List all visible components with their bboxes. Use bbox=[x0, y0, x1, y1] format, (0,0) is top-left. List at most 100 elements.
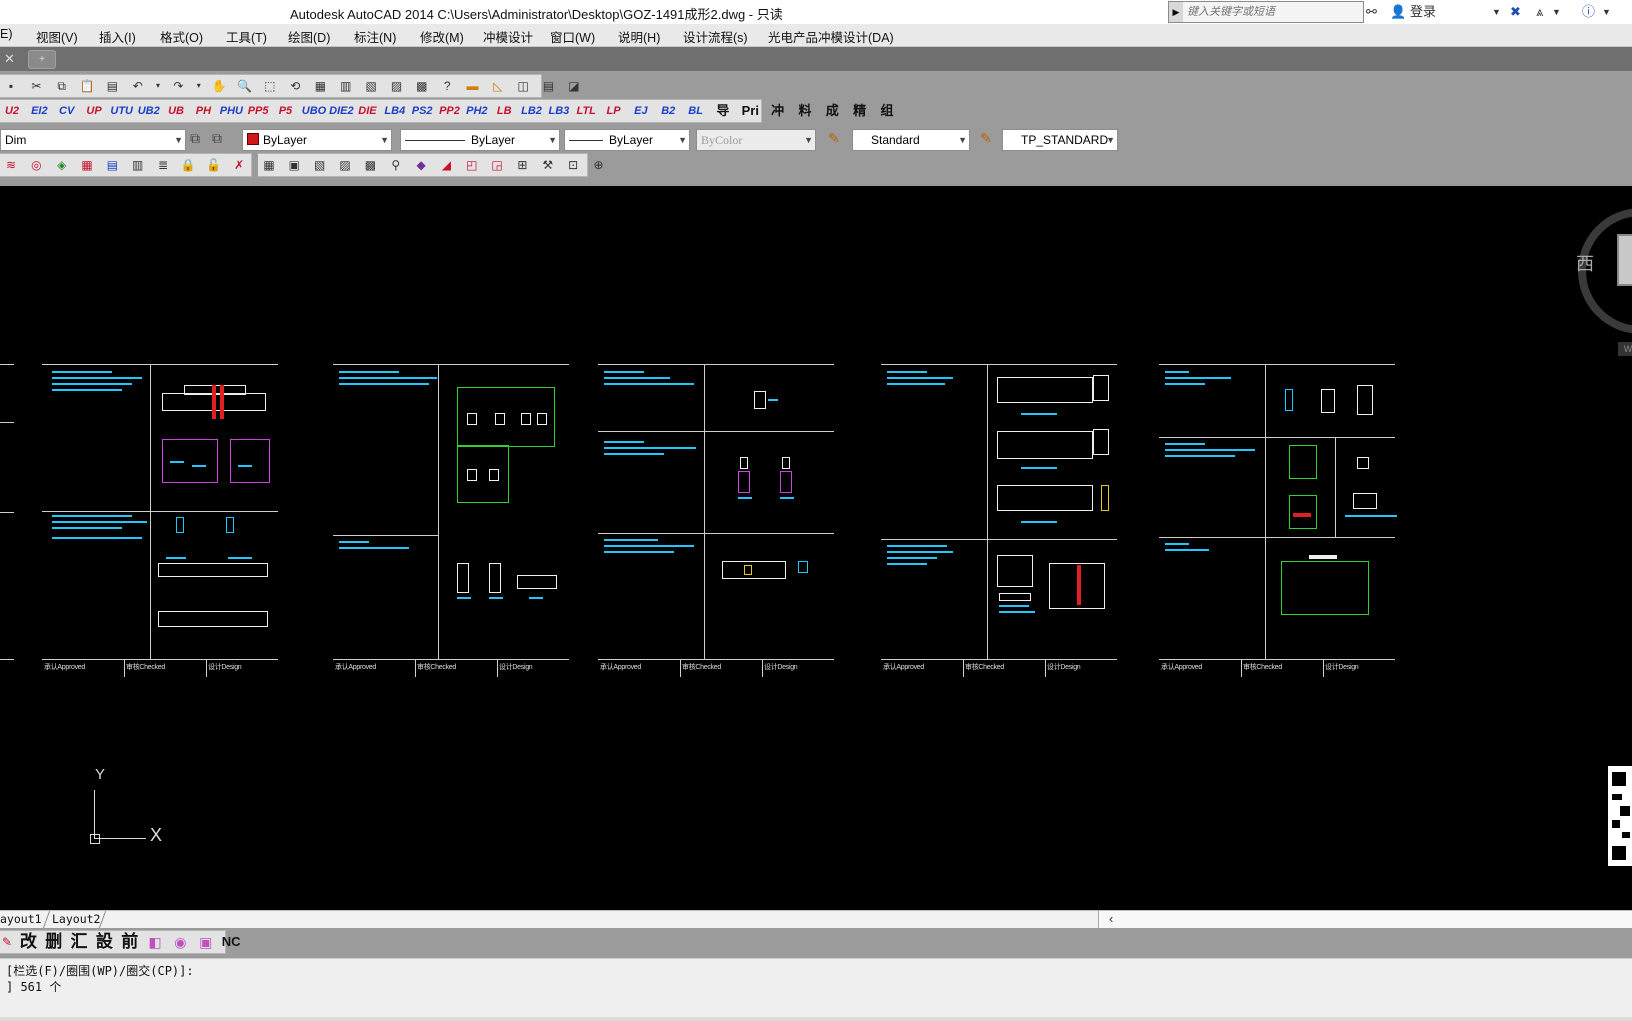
plugin-pp2-button[interactable]: PP2 bbox=[439, 101, 461, 121]
layer-tool-1-icon[interactable]: ≋ bbox=[1, 155, 21, 175]
viewcube-face[interactable] bbox=[1617, 234, 1632, 286]
plugin-p5-button[interactable]: P5 bbox=[274, 101, 296, 121]
plugin-punch-button[interactable]: 冲 bbox=[767, 101, 789, 121]
viewcube-west-label[interactable]: 西 bbox=[1576, 250, 1594, 276]
plugin-ps2-button[interactable]: PS2 bbox=[411, 101, 433, 121]
menu-modify[interactable]: 修改(M) bbox=[420, 27, 464, 46]
save-icon[interactable]: ▪ bbox=[1, 76, 21, 96]
drawing-sheet-1[interactable]: 承认Approved 审核Checked 设计Design bbox=[42, 364, 278, 677]
layer-tool-6-icon[interactable]: ▥ bbox=[128, 155, 148, 175]
redo-dropdown-icon[interactable]: ▾ bbox=[194, 76, 204, 96]
new-tab-button[interactable]: + bbox=[28, 50, 56, 69]
tab-layout2[interactable]: Layout2 bbox=[52, 912, 100, 926]
plugin-cv-button[interactable]: CV bbox=[56, 101, 78, 121]
setup-button[interactable]: 設 bbox=[93, 931, 115, 953]
design-center-icon[interactable]: ▥ bbox=[336, 76, 356, 96]
draw-tool-13-icon[interactable]: ⊡ bbox=[563, 155, 583, 175]
nc-icon[interactable]: NC bbox=[220, 931, 242, 953]
draw-tool-10-icon[interactable]: ◲ bbox=[487, 155, 507, 175]
plugin-guide-button[interactable]: 导 bbox=[712, 101, 734, 121]
pan-icon[interactable]: ✋ bbox=[209, 76, 229, 96]
drawing-canvas[interactable]: 承认Approved 审核Checked 设计Design 承认Approved… bbox=[0, 186, 1632, 910]
summary-button[interactable]: 汇 bbox=[68, 931, 90, 953]
help-search-box[interactable]: ▶ bbox=[1168, 1, 1364, 23]
menu-insert[interactable]: 插入(I) bbox=[99, 27, 136, 46]
menu-help[interactable]: 说明(H) bbox=[618, 27, 660, 46]
help-dropdown-icon[interactable]: ▼ bbox=[1602, 2, 1611, 22]
menu-tools[interactable]: 工具(T) bbox=[226, 27, 267, 46]
close-icon[interactable]: ✕ bbox=[4, 51, 15, 67]
layer-tool-7-icon[interactable]: ≣ bbox=[153, 155, 173, 175]
menu-optoelectronic-die[interactable]: 光电产品冲模设计(DA) bbox=[768, 27, 894, 46]
draw-tool-8-icon[interactable]: ◢ bbox=[436, 155, 456, 175]
draw-tool-5-icon[interactable]: ▩ bbox=[360, 155, 380, 175]
text-style-icon[interactable]: ▤ bbox=[539, 76, 559, 96]
menu-dimension[interactable]: 标注(N) bbox=[354, 27, 396, 46]
drawing-sheet-5[interactable]: 承认Approved 审核Checked 设计Design bbox=[1159, 364, 1397, 677]
menu-window[interactable]: 窗口(W) bbox=[550, 27, 595, 46]
undo-dropdown-icon[interactable]: ▾ bbox=[153, 76, 163, 96]
plugin-lp-button[interactable]: LP bbox=[603, 101, 625, 121]
delete-button[interactable]: 删 bbox=[43, 931, 65, 953]
copy-icon[interactable]: ⧉ bbox=[52, 76, 72, 96]
unlock-icon[interactable]: 🔓 bbox=[204, 155, 224, 175]
draw-tool-2-icon[interactable]: ▣ bbox=[284, 155, 304, 175]
dim-aligned-icon[interactable]: ◺ bbox=[488, 76, 508, 96]
plugin-utu-button[interactable]: UTU bbox=[110, 101, 133, 121]
plugin-die2-button[interactable]: DIE2 bbox=[329, 101, 353, 121]
plugin-bl-button[interactable]: BL bbox=[685, 101, 707, 121]
sheet-set-icon[interactable]: ▨ bbox=[387, 76, 407, 96]
pencil-icon[interactable]: ✎ bbox=[0, 931, 14, 953]
expand-arrow-icon[interactable]: ▶ bbox=[1169, 2, 1183, 22]
calculator-icon[interactable]: ▩ bbox=[412, 76, 432, 96]
command-input-bar[interactable] bbox=[0, 1017, 1632, 1021]
color-dropdown[interactable]: ByLayer ▼ bbox=[242, 129, 392, 151]
help-icon[interactable]: ⓘ bbox=[1582, 2, 1595, 22]
cut-icon[interactable]: ✂ bbox=[26, 76, 46, 96]
text-style-dropdown[interactable]: Standard ▼ bbox=[852, 129, 970, 151]
lock-icon[interactable]: 🔒 bbox=[178, 155, 198, 175]
properties-icon[interactable]: ▦ bbox=[310, 76, 330, 96]
plugin-ub2-button[interactable]: UB2 bbox=[138, 101, 160, 121]
help-search-input[interactable] bbox=[1185, 3, 1359, 21]
modify-button[interactable]: 改 bbox=[17, 931, 39, 953]
command-line[interactable]: [栏选(F)/圈围(WP)/圈交(CP)]: ] 561 个 bbox=[0, 958, 1632, 1021]
square-frame-icon[interactable]: ▣ bbox=[195, 931, 217, 953]
layer-previous-icon[interactable]: ⧉ bbox=[212, 130, 222, 147]
plugin-u2-button[interactable]: U2 bbox=[1, 101, 23, 121]
plugin-ub-button[interactable]: UB bbox=[165, 101, 187, 121]
corner-icon[interactable]: ◧ bbox=[144, 931, 166, 953]
dim-style-icon[interactable]: ✎ bbox=[980, 130, 992, 147]
autodesk-360-icon[interactable]: ⩓ bbox=[1536, 2, 1543, 22]
plugin-forming-button[interactable]: 成 bbox=[821, 101, 843, 121]
circle-frame-icon[interactable]: ◉ bbox=[169, 931, 191, 953]
layer-dropdown[interactable]: Dim ▼ bbox=[0, 129, 186, 151]
plugin-b2-button[interactable]: B2 bbox=[657, 101, 679, 121]
exchange-icon[interactable]: ✖ bbox=[1510, 2, 1521, 22]
plugin-die-button[interactable]: DIE bbox=[356, 101, 378, 121]
draw-tool-4-icon[interactable]: ▨ bbox=[335, 155, 355, 175]
undo-icon[interactable]: ↶ bbox=[128, 76, 148, 96]
plugin-lb4-button[interactable]: LB4 bbox=[384, 101, 406, 121]
help-icon[interactable]: ? bbox=[437, 76, 457, 96]
dim-linear-icon[interactable]: ▬ bbox=[463, 76, 483, 96]
binoculars-icon[interactable]: ⚯ bbox=[1366, 2, 1377, 22]
paste-icon[interactable]: 📋 bbox=[77, 76, 97, 96]
dim-style-dropdown[interactable]: TP_STANDARD ▼ bbox=[1002, 129, 1118, 151]
draw-tool-11-icon[interactable]: ⊞ bbox=[512, 155, 532, 175]
linetype-dropdown[interactable]: ByLayer ▼ bbox=[400, 129, 560, 151]
plugin-ltl-button[interactable]: LTL bbox=[575, 101, 597, 121]
horizontal-scrollbar[interactable]: ‹ bbox=[1098, 911, 1632, 928]
front-button[interactable]: 前 bbox=[119, 931, 141, 953]
draw-tool-6-icon[interactable]: ⚲ bbox=[386, 155, 406, 175]
plugin-material-button[interactable]: 料 bbox=[794, 101, 816, 121]
layer-tool-5-icon[interactable]: ▤ bbox=[102, 155, 122, 175]
draw-tool-12-icon[interactable]: ⚒ bbox=[538, 155, 558, 175]
menu-edit[interactable]: E) bbox=[0, 27, 13, 41]
plugin-ph-button[interactable]: PH bbox=[192, 101, 214, 121]
draw-tool-3-icon[interactable]: ▧ bbox=[310, 155, 330, 175]
drawing-sheet-4[interactable]: 承认Approved 审核Checked 设计Design bbox=[881, 364, 1117, 677]
tab-layout1[interactable]: ayout1 bbox=[0, 912, 42, 926]
menu-format[interactable]: 格式(O) bbox=[160, 27, 203, 46]
plugin-pri-button[interactable]: Pri bbox=[739, 101, 761, 121]
